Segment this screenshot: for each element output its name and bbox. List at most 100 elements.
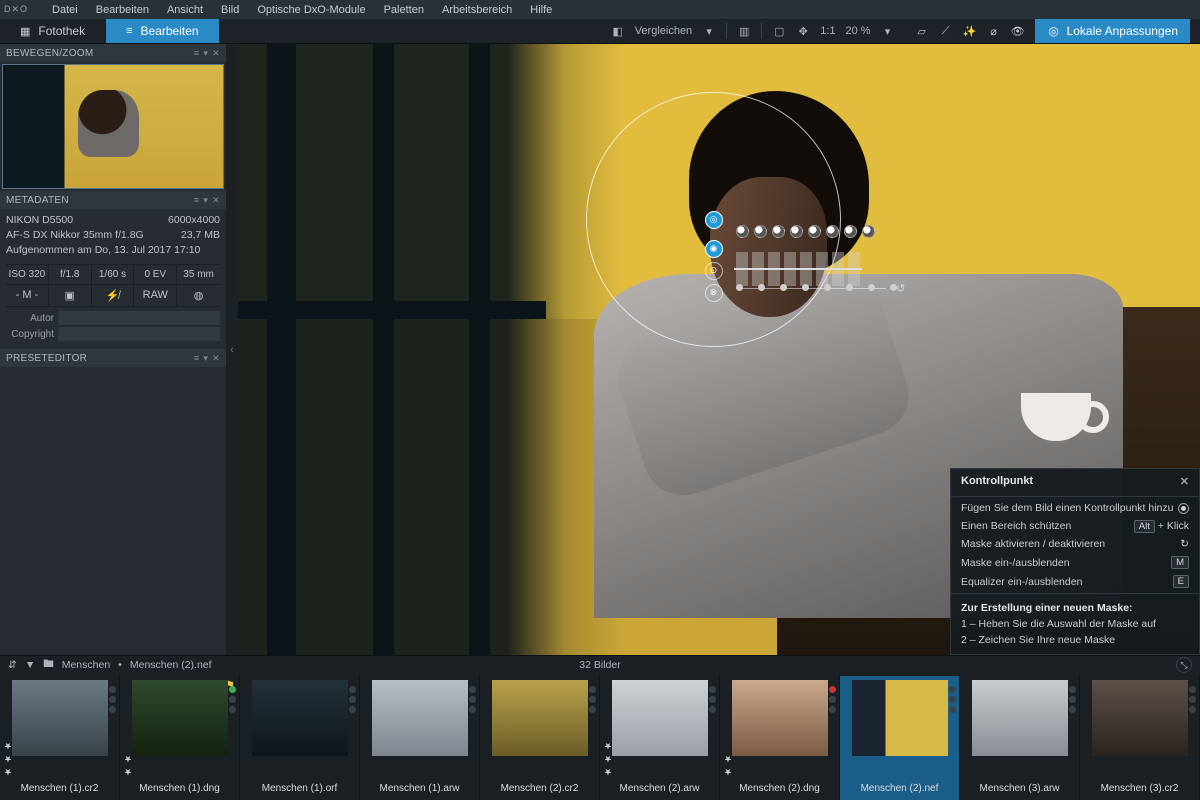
equalizer-sliders[interactable] bbox=[736, 252, 860, 286]
exif-grid: ISO 320 f/1.8 1/60 s 0 EV 35 mm - M - ▣ … bbox=[6, 264, 220, 307]
rating-stars[interactable]: ★★ bbox=[122, 682, 132, 776]
eq-mode-7[interactable] bbox=[844, 225, 857, 238]
menu-palettes[interactable]: Paletten bbox=[384, 4, 424, 16]
left-collapse-handle[interactable]: ‹ bbox=[226, 44, 238, 655]
mode-bar: ▦ Fotothek ≡ Bearbeiten ◧ Vergleichen ▾ … bbox=[0, 19, 1200, 44]
thumb-cell[interactable]: Menschen (2).cr2 bbox=[480, 676, 600, 800]
mode-library[interactable]: ▦ Fotothek bbox=[0, 19, 106, 43]
thumb-cell[interactable]: Menschen (3).cr2 bbox=[1080, 676, 1200, 800]
eq-mode-6[interactable] bbox=[826, 225, 839, 238]
crop-icon[interactable]: ▱ bbox=[915, 25, 929, 38]
horizon-icon[interactable]: ⟋ bbox=[939, 25, 953, 38]
cp-pin-main[interactable]: ◎ bbox=[705, 211, 723, 229]
zoom-percent[interactable]: 20 % bbox=[845, 25, 870, 37]
panel-close-icon[interactable]: ✕ bbox=[212, 353, 220, 364]
thumb-cell[interactable]: Menschen (1).orf bbox=[240, 676, 360, 800]
eq-reset-icon[interactable]: ↺ bbox=[896, 282, 905, 295]
patch-icon[interactable]: ⌀ bbox=[987, 25, 1001, 38]
exif-shutter: 1/60 s bbox=[92, 265, 135, 284]
thumb-cell-selected[interactable]: Menschen (2).nef bbox=[840, 676, 960, 800]
meta-camera: NIKON D5500 bbox=[6, 213, 73, 228]
popup-close-icon[interactable]: ✕ bbox=[1180, 475, 1189, 488]
book-icon[interactable]: ▥ bbox=[737, 25, 751, 38]
chevron-down-icon[interactable]: ▾ bbox=[881, 25, 895, 38]
image-viewer[interactable]: ◎ ◉ ⊙ ⊗ ↺ bbox=[238, 44, 1200, 655]
thumb-caption: Menschen (2).nef bbox=[861, 779, 939, 800]
panel-undock-icon[interactable]: ▾ bbox=[203, 195, 208, 206]
compare-dropdown[interactable]: Vergleichen bbox=[635, 25, 693, 37]
thumb-caption: Menschen (3).cr2 bbox=[1101, 779, 1179, 800]
panel-preset-header[interactable]: PRESETEDITOR ≡▾✕ bbox=[0, 349, 226, 367]
cp-pin-4[interactable]: ⊗ bbox=[705, 284, 723, 302]
kbd-alt: Alt bbox=[1134, 520, 1155, 533]
chevron-down-icon[interactable]: ▾ bbox=[702, 25, 716, 38]
panel-menu-icon[interactable]: ≡ bbox=[194, 48, 200, 59]
meta-dims: 6000x4000 bbox=[168, 213, 220, 228]
grid-icon: ▦ bbox=[20, 25, 30, 38]
exif-meter-icon: ▣ bbox=[49, 284, 92, 306]
popup-title: Kontrollpunkt bbox=[961, 475, 1033, 488]
menu-workspace[interactable]: Arbeitsbereich bbox=[442, 4, 512, 16]
thumb-cell[interactable]: ★★★ Menschen (1).cr2 bbox=[0, 676, 120, 800]
menu-help[interactable]: Hilfe bbox=[530, 4, 552, 16]
panel-meta-header[interactable]: METADATEN ≡▾✕ bbox=[0, 191, 226, 209]
rating-stars[interactable]: ★★ bbox=[722, 682, 732, 776]
thumb-cell[interactable]: ★★ Menschen (2).dng bbox=[720, 676, 840, 800]
kbd-e: E bbox=[1173, 575, 1189, 588]
magic-wand-icon[interactable]: ✨ bbox=[963, 25, 977, 38]
thumb-cell[interactable]: Menschen (1).arw bbox=[360, 676, 480, 800]
menu-dxo-modules[interactable]: Optische DxO-Module bbox=[257, 4, 365, 16]
popup-toggle-mask: Maske aktivieren / deaktivieren bbox=[961, 538, 1105, 550]
sort-icon[interactable]: ⇵ bbox=[8, 659, 17, 671]
thumb-cell[interactable]: ★★★ Menschen (2).arw bbox=[600, 676, 720, 800]
menu-view[interactable]: Ansicht bbox=[167, 4, 203, 16]
exif-mode: - M - bbox=[6, 284, 49, 306]
filter-icon[interactable]: ▼ bbox=[25, 659, 35, 671]
local-adjustments-button[interactable]: ◎ Lokale Anpassungen bbox=[1035, 19, 1190, 43]
eq-mode-3[interactable] bbox=[772, 225, 785, 238]
filmstrip-area: ⇵ ▼ 🖿 Menschen • Menschen (2).nef 32 Bil… bbox=[0, 655, 1200, 800]
navigator-thumbnail[interactable] bbox=[2, 64, 224, 189]
move-icon[interactable]: ✥ bbox=[796, 25, 810, 38]
menu-image[interactable]: Bild bbox=[221, 4, 239, 16]
image-count: 32 Bilder bbox=[579, 659, 620, 671]
breadcrumb-folder[interactable]: Menschen bbox=[62, 659, 110, 671]
rating-stars[interactable]: ★★★ bbox=[602, 682, 612, 776]
thumb-cell[interactable]: ★★ ⚑ Menschen (1).dng bbox=[120, 676, 240, 800]
panel-undock-icon[interactable]: ▾ bbox=[203, 353, 208, 364]
fit-icon[interactable]: ▢ bbox=[772, 25, 786, 38]
zoom-ratio[interactable]: 1:1 bbox=[820, 25, 835, 37]
thumb-caption: Menschen (3).arw bbox=[979, 779, 1059, 800]
panel-menu-icon[interactable]: ≡ bbox=[194, 195, 200, 206]
copyright-label: Copyright bbox=[6, 329, 54, 340]
compare-split-icon[interactable]: ◧ bbox=[611, 25, 625, 38]
cp-pin-2[interactable]: ◉ bbox=[705, 240, 723, 258]
copyright-input[interactable] bbox=[58, 327, 220, 341]
panel-nav-title: BEWEGEN/ZOOM bbox=[6, 48, 94, 59]
mode-edit[interactable]: ≡ Bearbeiten bbox=[106, 19, 219, 43]
author-input[interactable] bbox=[58, 311, 220, 325]
eq-mode-8[interactable] bbox=[862, 225, 875, 238]
author-label: Autor bbox=[6, 313, 54, 324]
thumb-cell[interactable]: Menschen (3).arw bbox=[960, 676, 1080, 800]
eq-mode-5[interactable] bbox=[808, 225, 821, 238]
eq-mode-2[interactable] bbox=[754, 225, 767, 238]
panel-close-icon[interactable]: ✕ bbox=[212, 48, 220, 59]
thumb-caption: Menschen (1).arw bbox=[379, 779, 459, 800]
control-point-overlay[interactable]: ◎ ◉ ⊙ ⊗ ↺ bbox=[586, 92, 841, 347]
menu-file[interactable]: Datei bbox=[52, 4, 78, 16]
cp-pin-3[interactable]: ⊙ bbox=[705, 262, 723, 280]
eq-mode-1[interactable] bbox=[736, 225, 749, 238]
panel-undock-icon[interactable]: ▾ bbox=[203, 48, 208, 59]
rating-stars[interactable]: ★★★ bbox=[2, 682, 12, 776]
panel-nav-header[interactable]: BEWEGEN/ZOOM ≡▾ ✕ bbox=[0, 44, 226, 62]
filmstrip[interactable]: ★★★ Menschen (1).cr2 ★★ ⚑ Menschen (1).d… bbox=[0, 674, 1200, 800]
add-point-icon[interactable] bbox=[1178, 503, 1189, 514]
panel-close-icon[interactable]: ✕ bbox=[212, 195, 220, 206]
panel-menu-icon[interactable]: ≡ bbox=[194, 353, 200, 364]
eye-icon[interactable]: 👁 bbox=[1011, 25, 1025, 38]
filmstrip-expand-icon[interactable]: ⤡ bbox=[1176, 657, 1192, 673]
menu-edit[interactable]: Bearbeiten bbox=[96, 4, 149, 16]
toggle-icon[interactable]: ↻ bbox=[1180, 538, 1189, 550]
eq-mode-4[interactable] bbox=[790, 225, 803, 238]
